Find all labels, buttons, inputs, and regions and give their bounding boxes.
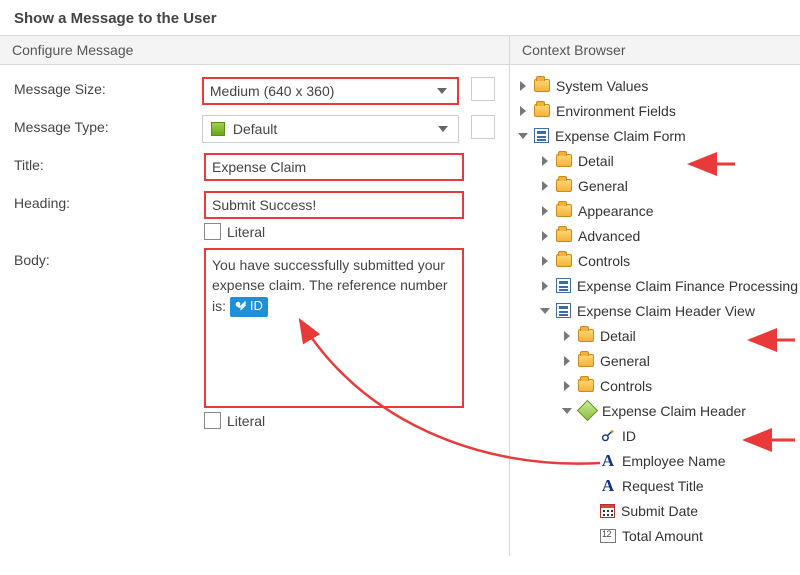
message-type-icon [209, 120, 227, 138]
key-icon [600, 429, 616, 443]
heading-literal-checkbox[interactable] [204, 223, 221, 240]
expander-icon[interactable] [540, 256, 550, 266]
dialog-title: Show a Message to the User [0, 0, 800, 35]
id-chip-label: ID [250, 297, 263, 316]
folder-icon [534, 79, 550, 92]
title-value: Expense Claim [212, 159, 306, 175]
size-aux-button[interactable] [471, 77, 495, 101]
folder-icon [578, 354, 594, 367]
expander-icon[interactable] [562, 331, 572, 341]
tree-node-environment-fields[interactable]: Environment Fields [516, 98, 800, 123]
tree-node-appearance[interactable]: Appearance [516, 198, 800, 223]
message-size-label: Message Size: [14, 77, 202, 97]
body-literal-label: Literal [227, 413, 265, 429]
message-type-value: Default [233, 121, 438, 137]
view-icon [556, 278, 571, 293]
tree-node-hv-controls[interactable]: Controls [516, 373, 800, 398]
heading-label: Heading: [14, 191, 204, 211]
folder-icon [534, 104, 550, 117]
chevron-down-icon [438, 126, 448, 132]
form-icon [534, 128, 549, 143]
folder-icon [556, 179, 572, 192]
folder-icon [556, 204, 572, 217]
tree-prop-total-amount[interactable]: Total Amount [516, 523, 800, 548]
heading-value: Submit Success! [212, 197, 316, 213]
tree-node-advanced[interactable]: Advanced [516, 223, 800, 248]
calendar-icon [600, 504, 615, 518]
type-aux-button[interactable] [471, 115, 495, 139]
tree-prop-request-title[interactable]: A Request Title [516, 473, 800, 498]
expander-icon[interactable] [540, 156, 550, 166]
context-tree[interactable]: System Values Environment Fields Expense… [510, 65, 800, 556]
key-icon [233, 300, 247, 314]
tree-node-hv-general[interactable]: General [516, 348, 800, 373]
tree-node-hv-detail[interactable]: Detail [516, 323, 800, 348]
view-icon [556, 303, 571, 318]
message-size-dropdown[interactable]: Medium (640 x 360) [202, 77, 459, 105]
expander-icon[interactable] [518, 106, 528, 116]
expander-icon[interactable] [540, 206, 550, 216]
text-field-icon: A [600, 451, 616, 471]
tree-node-expense-claim-form[interactable]: Expense Claim Form [516, 123, 800, 148]
expander-icon[interactable] [562, 381, 572, 391]
tree-node-detail[interactable]: Detail [516, 148, 800, 173]
text-field-icon: A [600, 476, 616, 496]
message-size-value: Medium (640 x 360) [210, 83, 437, 99]
heading-literal-label: Literal [227, 224, 265, 240]
tree-node-finance-view[interactable]: Expense Claim Finance Processing Vie [516, 273, 800, 298]
message-type-label: Message Type: [14, 115, 202, 135]
expander-icon[interactable] [518, 81, 528, 91]
tree-prop-submit-date[interactable]: Submit Date [516, 498, 800, 523]
folder-icon [578, 379, 594, 392]
folder-icon [556, 154, 572, 167]
expander-icon[interactable] [562, 406, 572, 416]
expander-icon[interactable] [540, 181, 550, 191]
configure-message-panel: Configure Message Message Size: Medium (… [0, 36, 510, 556]
heading-input[interactable]: Submit Success! [204, 191, 464, 219]
expander-icon[interactable] [540, 306, 550, 316]
context-browser-header: Context Browser [510, 36, 800, 65]
title-label: Title: [14, 153, 204, 173]
expander-icon[interactable] [540, 231, 550, 241]
id-reference-chip[interactable]: ID [230, 297, 268, 317]
folder-icon [556, 254, 572, 267]
tree-node-general[interactable]: General [516, 173, 800, 198]
body-literal-checkbox[interactable] [204, 412, 221, 429]
title-input[interactable]: Expense Claim [204, 153, 464, 181]
number-icon [600, 529, 616, 543]
context-browser-panel: Context Browser System Values Environmen… [510, 36, 800, 556]
smartobject-icon [578, 403, 596, 418]
expander-icon[interactable] [562, 356, 572, 366]
tree-prop-employee-name[interactable]: A Employee Name [516, 448, 800, 473]
folder-icon [578, 329, 594, 342]
expander-icon[interactable] [518, 131, 528, 141]
chevron-down-icon [437, 88, 447, 94]
body-label: Body: [14, 248, 204, 268]
folder-icon [556, 229, 572, 242]
message-type-dropdown[interactable]: Default [202, 115, 459, 143]
tree-node-header-view[interactable]: Expense Claim Header View [516, 298, 800, 323]
body-input[interactable]: You have successfully submitted your exp… [204, 248, 464, 408]
tree-node-controls[interactable]: Controls [516, 248, 800, 273]
expander-icon[interactable] [540, 281, 550, 291]
tree-node-system-values[interactable]: System Values [516, 73, 800, 98]
tree-node-header-smartobject[interactable]: Expense Claim Header [516, 398, 800, 423]
configure-message-header: Configure Message [0, 36, 509, 65]
tree-prop-id[interactable]: ID [516, 423, 800, 448]
